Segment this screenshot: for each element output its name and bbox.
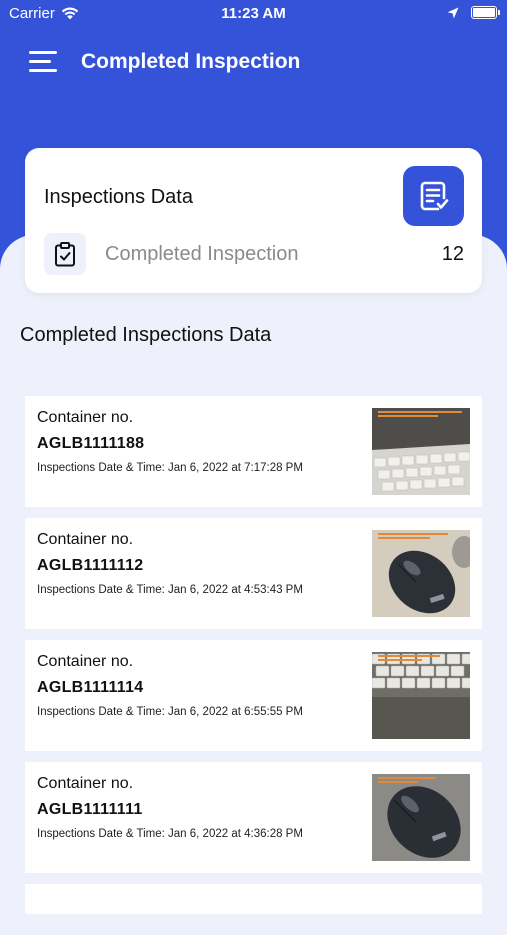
inspection-photo-mouse (372, 774, 470, 861)
clipboard-icon-wrapper (44, 233, 86, 275)
page-title: Completed Inspection (81, 50, 301, 73)
container-label: Container no. (37, 531, 134, 548)
completed-inspection-label: Completed Inspection (105, 243, 299, 265)
inspection-datetime: Inspections Date & Time: Jan 6, 2022 at … (37, 462, 303, 474)
clipboard-check-icon (55, 242, 75, 267)
completed-inspection-count: 12 (441, 243, 464, 265)
inspection-photo-keyboard (372, 408, 470, 495)
hamburger-line (29, 51, 57, 54)
container-label: Container no. (37, 775, 134, 792)
summary-title: Inspections Data (44, 186, 193, 208)
container-number: AGLB1111114 (37, 679, 144, 696)
container-number: AGLB1111188 (37, 435, 145, 452)
inspection-datetime: Inspections Date & Time: Jan 6, 2022 at … (37, 584, 303, 596)
container-label: Container no. (37, 409, 134, 426)
hamburger-line (29, 60, 51, 63)
document-check-icon (420, 181, 448, 211)
hamburger-line (29, 69, 57, 72)
inspection-card[interactable]: Container no. AGLB1111114 Inspections Da… (25, 640, 482, 751)
inspection-datetime: Inspections Date & Time: Jan 6, 2022 at … (37, 828, 303, 840)
container-label: Container no. (37, 653, 134, 670)
inspection-photo-keyboard (372, 652, 470, 739)
inspection-card[interactable]: Container no. AGLB1111111 Inspections Da… (25, 762, 482, 873)
battery-icon (471, 6, 500, 19)
inspection-card[interactable]: Container no. AGLB1111112 Inspections Da… (25, 518, 482, 629)
inspection-card[interactable]: Container no. AGLB1111188 Inspections Da… (25, 396, 482, 507)
report-button[interactable] (403, 166, 464, 226)
inspection-card[interactable] (25, 884, 482, 914)
status-time: 11:23 AM (221, 5, 286, 22)
inspection-datetime: Inspections Date & Time: Jan 6, 2022 at … (37, 706, 303, 718)
location-arrow-icon (447, 7, 459, 18)
status-bar: Carrier 11:23 AM (0, 0, 507, 28)
container-number: AGLB1111112 (37, 557, 144, 574)
menu-button[interactable] (29, 51, 57, 73)
inspection-list: Container no. AGLB1111188 Inspections Da… (25, 396, 482, 925)
inspection-photo-mouse (372, 530, 470, 617)
section-title: Completed Inspections Data (20, 324, 272, 346)
inspections-summary-card: Inspections Data Completed Inspection 12 (25, 148, 482, 293)
container-number: AGLB1111111 (37, 801, 143, 818)
